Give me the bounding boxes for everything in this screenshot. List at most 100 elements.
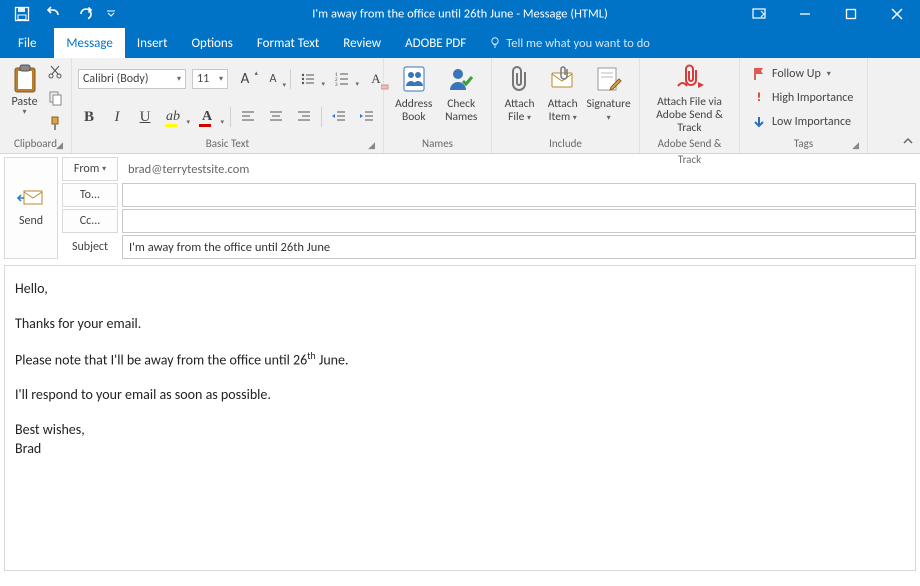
numbering-button[interactable]: 123▾	[331, 68, 353, 90]
group-tags: Follow Up ▾ ! High Importance Low Import…	[740, 58, 868, 153]
adobe-send-track-button[interactable]: Attach File via Adobe Send & Track	[646, 62, 733, 135]
message-body[interactable]: Hello, Thanks for your email. Please not…	[4, 265, 916, 571]
chevron-down-icon: ▾	[827, 69, 831, 79]
window-controls	[736, 0, 920, 28]
cut-button[interactable]	[45, 62, 65, 82]
align-center-icon	[268, 109, 284, 125]
follow-up-label: Follow Up	[772, 67, 821, 81]
check-names-label: Check Names	[438, 98, 486, 124]
tab-file[interactable]: File	[0, 28, 54, 58]
address-book-button[interactable]: Address Book	[390, 62, 438, 124]
bullets-button[interactable]: ▾	[297, 68, 319, 90]
low-importance-button[interactable]: Low Importance	[748, 112, 857, 132]
paintbrush-icon	[47, 116, 63, 132]
title-bar: I'm away from the office until 26th June…	[0, 0, 920, 28]
collapse-ribbon-button[interactable]	[902, 136, 914, 149]
dialog-launcher-icon[interactable]: ◢	[852, 138, 859, 154]
signature-label: Signature ▾	[584, 98, 633, 125]
redo-button[interactable]	[74, 2, 98, 26]
cc-button[interactable]: Cc...	[62, 209, 118, 233]
maximize-button[interactable]	[828, 0, 874, 28]
attach-item-label: Attach Item ▾	[541, 98, 584, 125]
svg-text:3: 3	[335, 82, 338, 87]
indent-icon	[359, 109, 375, 125]
undo-button[interactable]	[42, 2, 66, 26]
subject-field[interactable]: I'm away from the office until 26th June	[122, 235, 916, 259]
body-line: Please note that I'll be away from the o…	[15, 350, 905, 371]
font-family-select[interactable]: Calibri (Body)▾	[78, 69, 186, 89]
tab-adobe-pdf[interactable]: ADOBE PDF	[393, 28, 478, 58]
bold-button[interactable]: B	[78, 106, 100, 128]
group-label-clipboard: Clipboard◢	[6, 136, 65, 153]
save-button[interactable]	[10, 2, 34, 26]
signature-button[interactable]: Signature ▾	[584, 62, 633, 125]
group-adobe: Attach File via Adobe Send & Track Adobe…	[640, 58, 740, 153]
italic-button[interactable]: I	[106, 106, 128, 128]
group-names: Address Book Check Names Names	[384, 58, 492, 153]
qat-customize-icon[interactable]	[106, 0, 116, 28]
exclamation-icon: !	[752, 91, 766, 105]
tab-review[interactable]: Review	[331, 28, 393, 58]
signature-icon	[594, 64, 624, 94]
tab-insert[interactable]: Insert	[125, 28, 180, 58]
tell-me-search[interactable]: Tell me what you want to do	[478, 28, 660, 58]
font-color-button[interactable]: A▾	[196, 106, 218, 128]
address-book-icon	[399, 64, 429, 94]
clear-formatting-button[interactable]: A	[365, 68, 387, 90]
tab-format-text[interactable]: Format Text	[245, 28, 331, 58]
paste-icon	[11, 64, 39, 94]
dialog-launcher-icon[interactable]: ◢	[368, 138, 375, 154]
dialog-launcher-icon[interactable]: ◢	[56, 138, 63, 154]
highlight-button[interactable]: ab▾	[162, 106, 184, 128]
align-left-button[interactable]	[237, 106, 259, 128]
group-label-tags: Tags◢	[746, 136, 861, 153]
follow-up-button[interactable]: Follow Up ▾	[748, 64, 857, 84]
send-icon	[16, 188, 46, 208]
ribbon-tabs: File Message Insert Options Format Text …	[0, 28, 920, 58]
subject-label: Subject	[62, 235, 118, 259]
align-left-icon	[240, 109, 256, 125]
send-button[interactable]: Send	[4, 157, 58, 259]
check-names-button[interactable]: Check Names	[438, 62, 486, 124]
font-size-select[interactable]: 11▾	[192, 69, 228, 89]
scissors-icon	[47, 64, 63, 80]
body-line: Best wishes,	[15, 421, 905, 440]
tab-message[interactable]: Message	[54, 28, 124, 58]
ribbon-display-options-button[interactable]	[736, 0, 782, 28]
high-importance-button[interactable]: ! High Importance	[748, 88, 857, 108]
tell-me-label: Tell me what you want to do	[506, 36, 650, 51]
align-center-button[interactable]	[265, 106, 287, 128]
attach-file-button[interactable]: Attach File ▾	[498, 62, 541, 125]
group-label-names: Names	[390, 136, 485, 153]
group-include: Attach File ▾ Attach Item ▾ Signature ▾ …	[492, 58, 640, 153]
low-importance-label: Low Importance	[772, 115, 851, 129]
decrease-indent-button[interactable]	[328, 106, 350, 128]
group-label-basic-text: Basic Text◢	[78, 136, 377, 153]
close-button[interactable]	[874, 0, 920, 28]
window-title: I'm away from the office until 26th June…	[312, 7, 608, 22]
chevron-up-icon	[902, 136, 914, 146]
high-importance-label: High Importance	[772, 91, 853, 105]
align-right-button[interactable]	[293, 106, 315, 128]
from-button[interactable]: From ▾	[62, 157, 118, 181]
group-label-include: Include	[498, 136, 633, 153]
send-label: Send	[19, 214, 43, 228]
copy-button[interactable]	[45, 88, 65, 108]
to-button[interactable]: To...	[62, 183, 118, 207]
increase-indent-button[interactable]	[356, 106, 378, 128]
tab-options[interactable]: Options	[179, 28, 244, 58]
minimize-button[interactable]	[782, 0, 828, 28]
grow-font-button[interactable]: A▴	[234, 68, 256, 90]
format-painter-button[interactable]	[45, 114, 65, 134]
to-field[interactable]	[122, 183, 916, 207]
cc-field[interactable]	[122, 209, 916, 233]
underline-button[interactable]: U	[134, 106, 156, 128]
attach-item-button[interactable]: Attach Item ▾	[541, 62, 584, 125]
ribbon: Paste ▾ Clipboard◢ Calibri (Body)▾ 11	[0, 58, 920, 154]
chevron-down-icon: ▾	[22, 107, 26, 117]
group-clipboard: Paste ▾ Clipboard◢	[0, 58, 72, 153]
address-book-label: Address Book	[390, 98, 438, 124]
compose-header: Send From ▾ brad@terrytestsite.com To...…	[0, 154, 920, 259]
shrink-font-button[interactable]: A▾	[262, 68, 284, 90]
paste-button[interactable]: Paste ▾	[6, 62, 43, 117]
